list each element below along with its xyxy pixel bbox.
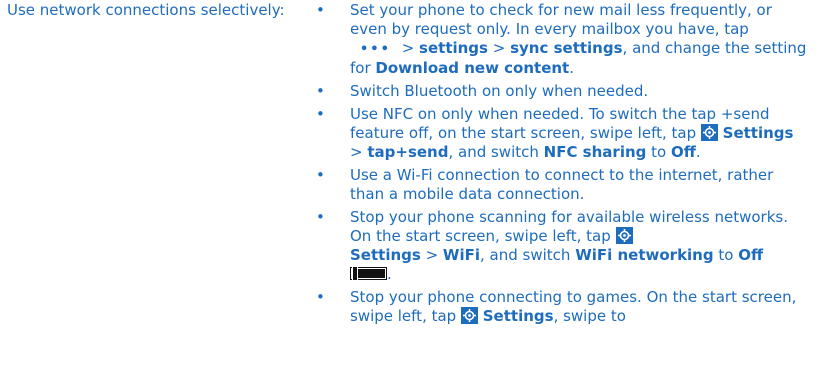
list-item-bluetooth: • Switch Bluetooth on only when needed. — [316, 82, 810, 101]
text: > — [487, 39, 511, 57]
menu-path-tap-send: tap+send — [367, 143, 449, 161]
text: , and switch — [480, 246, 576, 264]
list-item-wifi-scanning: • Stop your phone scanning for available… — [316, 208, 810, 284]
menu-path-settings: Settings — [350, 246, 421, 264]
text: , and switch — [448, 143, 544, 161]
text: , swipe to — [553, 307, 626, 325]
bullet: • — [316, 166, 325, 184]
value-off: Off — [738, 246, 764, 264]
menu-path-sync-settings: sync settings — [510, 39, 623, 57]
bullet: • — [316, 288, 325, 306]
option-download-new-content: Download new content — [375, 59, 570, 77]
settings-gear-icon — [615, 227, 633, 244]
menu-path-wifi: WiFi — [442, 246, 480, 264]
text: > — [350, 143, 368, 161]
bullet: • — [316, 1, 325, 19]
list-item-nfc: • Use NFC on only when needed. To switch… — [316, 105, 810, 162]
toggle-fill — [358, 269, 385, 278]
bullet: • — [316, 208, 325, 226]
text: > — [420, 246, 443, 264]
text: . — [695, 143, 701, 161]
option-wifi-networking: WiFi networking — [575, 246, 714, 264]
toggle-off-icon — [350, 267, 387, 280]
bullet: • — [316, 105, 325, 123]
text: Switch Bluetooth on only when needed. — [350, 82, 649, 100]
section-heading: Use network connections selectively: — [7, 1, 285, 19]
option-nfc-sharing: NFC sharing — [543, 143, 647, 161]
menu-path-settings: settings — [419, 39, 488, 57]
list-item-games: • Stop your phone connecting to games. O… — [316, 288, 810, 326]
settings-gear-icon — [460, 307, 478, 324]
value-off: Off — [670, 143, 696, 161]
text: Use a Wi-Fi connection to connect to the… — [350, 166, 774, 203]
text: . — [387, 265, 392, 283]
tips-list: • Set your phone to check for new mail l… — [316, 1, 810, 330]
settings-gear-icon — [700, 124, 718, 141]
more-dots-icon: ••• — [360, 42, 391, 57]
text: Stop your phone scanning for available w… — [350, 208, 788, 245]
menu-path-settings: Settings — [722, 124, 794, 142]
toggle-knob — [352, 267, 358, 280]
text: > — [396, 39, 420, 57]
text: to — [646, 143, 671, 161]
bullet: • — [316, 82, 325, 100]
text: Set your phone to check for new mail les… — [350, 1, 772, 38]
text: to — [713, 246, 739, 264]
list-item-mail-sync: • Set your phone to check for new mail l… — [316, 1, 810, 78]
text: . — [569, 59, 575, 77]
menu-path-settings: Settings — [482, 307, 554, 325]
list-item-wifi-connection: • Use a Wi-Fi connection to connect to t… — [316, 166, 810, 204]
